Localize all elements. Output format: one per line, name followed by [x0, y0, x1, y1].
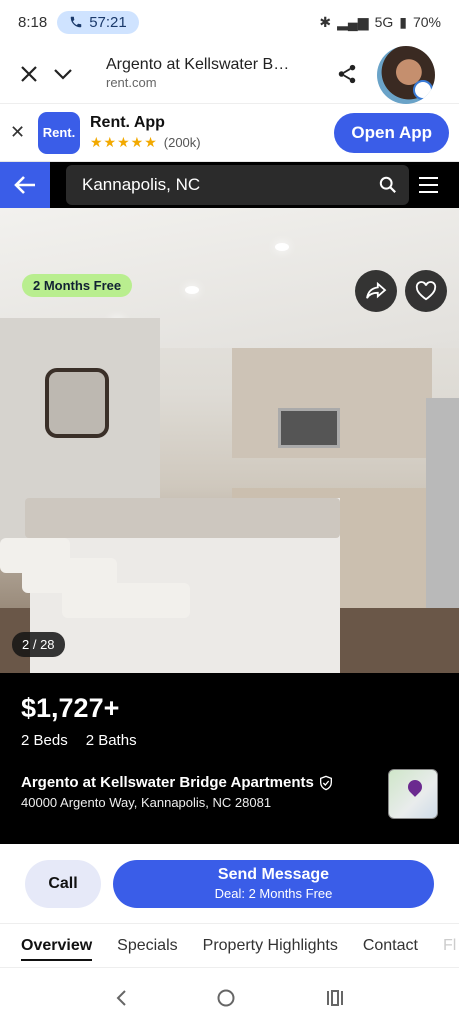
status-time: 8:18 — [18, 13, 48, 31]
favorite-button[interactable] — [405, 270, 447, 312]
battery-icon: ▮ — [399, 13, 407, 30]
photo-counter: 2 / 28 — [12, 632, 65, 657]
tab-contact[interactable]: Contact — [363, 937, 418, 955]
open-app-button[interactable]: Open App — [334, 112, 449, 153]
contact-actions: Call Send Message Deal: 2 Months Free — [0, 844, 459, 924]
share-listing-button[interactable] — [355, 270, 397, 312]
close-tab-button[interactable] — [12, 57, 46, 91]
app-install-banner: ✕ Rent. Rent. App ★★★★★ (200k) Open App — [0, 104, 459, 162]
status-icons: ✱ ▂▄▆ 5G ▮ 70% — [319, 14, 441, 31]
back-nav-icon[interactable] — [114, 989, 128, 1007]
home-nav-icon[interactable] — [216, 988, 236, 1008]
chevron-down-icon — [54, 68, 72, 80]
share-icon — [338, 64, 356, 83]
call-button[interactable]: Call — [25, 859, 101, 908]
signal-icon: ▂▄▆ — [337, 13, 369, 30]
app-info: Rent. App ★★★★★ (200k) — [90, 114, 201, 151]
section-tabs: Overview Specials Property Highlights Co… — [0, 924, 459, 968]
menu-icon — [419, 177, 438, 179]
status-bar: 8:18 57:21 ✱ ▂▄▆ 5G ▮ 70% — [0, 0, 459, 44]
page-domain: rent.com — [106, 75, 157, 91]
share-arrow-icon — [366, 282, 387, 299]
expand-button[interactable] — [46, 57, 80, 91]
ongoing-call-pill[interactable]: 57:21 — [57, 10, 139, 34]
tab-floor-plans[interactable]: Fl — [443, 937, 456, 955]
banner-close-button[interactable]: ✕ — [10, 122, 30, 143]
page-title: Argento at Kellswater Bri... — [106, 56, 291, 74]
bed-bath-info: 2 Beds 2 Baths — [21, 732, 438, 749]
call-timer: 57:21 — [89, 13, 127, 31]
tab-overview[interactable]: Overview — [21, 937, 93, 961]
close-icon — [21, 65, 37, 82]
search-icon[interactable] — [379, 176, 397, 194]
location-search-input[interactable]: Kannapolis, NC — [66, 165, 409, 205]
send-message-button[interactable]: Send Message Deal: 2 Months Free — [113, 859, 434, 908]
search-location-text: Kannapolis, NC — [82, 175, 201, 194]
tab-specials[interactable]: Specials — [117, 937, 177, 955]
browser-toolbar: Argento at Kellswater Bri... rent.com ⋮ — [0, 44, 459, 104]
tab-property-highlights[interactable]: Property Highlights — [203, 937, 338, 955]
mirror-image — [45, 368, 109, 438]
baths: 2 Baths — [85, 732, 137, 749]
property-name: Argento at Kellswater Bridge Apartments — [21, 774, 438, 791]
battery-level: 70% — [412, 14, 441, 30]
floating-call-avatar[interactable] — [377, 46, 435, 104]
phone-icon — [70, 16, 82, 28]
listing-summary: $1,727+ 2 Beds 2 Baths Argento at Kellsw… — [0, 673, 459, 844]
deal-badge: 2 Months Free — [22, 274, 133, 297]
map-thumbnail[interactable] — [388, 769, 438, 819]
system-nav-bar — [0, 972, 459, 1024]
rating-count: (200k) — [163, 135, 201, 150]
property-name-text: Argento at Kellswater Bridge Apartments — [21, 774, 314, 791]
map-pin-icon — [405, 777, 425, 797]
recent-apps-icon[interactable] — [325, 989, 345, 1007]
property-address: 40000 Argento Way, Kannapolis, NC 28081 — [21, 795, 272, 810]
beds: 2 Beds — [21, 732, 68, 749]
bluetooth-icon: ✱ — [319, 13, 332, 30]
page-title-block[interactable]: Argento at Kellswater Bri... rent.com — [106, 55, 291, 91]
app-rating: ★★★★★ (200k) — [90, 134, 201, 151]
price: $1,727+ — [21, 693, 120, 723]
call-badge-icon — [413, 80, 433, 100]
send-message-label: Send Message — [217, 866, 330, 883]
network-type: 5G — [374, 14, 394, 30]
verified-shield-icon — [319, 775, 332, 790]
listing-photo[interactable]: 2 Months Free 2 / 28 — [0, 208, 459, 673]
share-button[interactable] — [330, 57, 364, 91]
back-button[interactable] — [0, 162, 50, 208]
heart-icon — [415, 281, 437, 301]
send-message-deal: Deal: 2 Months Free — [214, 886, 333, 901]
arrow-left-icon — [14, 176, 35, 194]
site-header: Kannapolis, NC — [0, 162, 459, 208]
app-name: Rent. App — [90, 114, 165, 131]
menu-button[interactable] — [419, 162, 459, 208]
star-rating-icon: ★★★★★ — [90, 134, 158, 150]
rent-app-logo: Rent. — [38, 111, 80, 154]
